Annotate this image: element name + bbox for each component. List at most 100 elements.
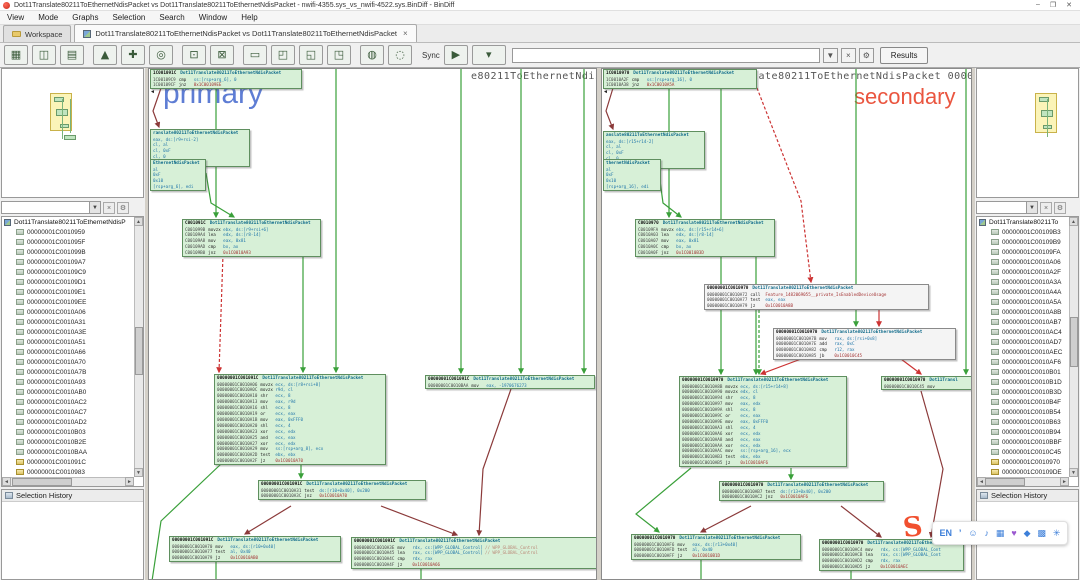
- ime-lang-toggle-icon[interactable]: EN: [939, 528, 952, 538]
- tree-item[interactable]: 00000001C0010970: [977, 457, 1078, 467]
- tree-item[interactable]: 00000001C0010A06: [2, 307, 143, 317]
- ime-skin-icon[interactable]: ♥: [1011, 528, 1016, 538]
- tree-item[interactable]: 00000001C0010B01: [977, 367, 1078, 377]
- fit-content-icon[interactable]: ▭: [243, 45, 267, 65]
- primary-graph-icon[interactable]: ◰: [271, 45, 295, 65]
- basic-block-node[interactable]: 00000001C001091CDot11Translate80211ToEth…: [169, 536, 341, 562]
- clear-filter-icon[interactable]: ×: [103, 202, 115, 214]
- tree-item[interactable]: 00000001C001095F: [2, 237, 143, 247]
- tree-item[interactable]: 00000001C0010A5A: [977, 297, 1078, 307]
- primary-graph-pane[interactable]: e80211ToEthernetNdisPacket primary ◄ ◄ 1…: [148, 68, 597, 580]
- tab-close-icon[interactable]: ×: [403, 29, 408, 38]
- basic-block-node[interactable]: 00000001C001091CDot11Translate80211ToEth…: [351, 537, 597, 569]
- tree-item[interactable]: 00000001C0010AEC: [977, 347, 1078, 357]
- menu-item-selection[interactable]: Selection: [105, 13, 152, 22]
- tree-item[interactable]: 00000001C00109B9: [977, 237, 1078, 247]
- add-match-icon[interactable]: ◍: [360, 45, 384, 65]
- orthogonal-layout-icon[interactable]: ✚: [121, 45, 145, 65]
- primary-filter-combobox[interactable]: ▼: [1, 201, 101, 214]
- tree-item[interactable]: 00000001C0010A93: [2, 377, 143, 387]
- ime-settings-icon[interactable]: ✳: [1053, 528, 1061, 539]
- filter-gear-icon[interactable]: ⚙: [1054, 202, 1066, 214]
- tree-item[interactable]: 00000001C0010AC2: [2, 397, 143, 407]
- tree-item[interactable]: 00000001C00109D1: [2, 277, 143, 287]
- basic-block-node[interactable]: 00000001C0010970Dot11Translate80211ToEth…: [773, 328, 956, 360]
- tree-item[interactable]: 00000001C0010B1D: [977, 377, 1078, 387]
- tree-item[interactable]: 00000001C0010A70: [2, 357, 143, 367]
- tab-workspace[interactable]: Workspace: [3, 25, 71, 42]
- tree-hscrollbar-secondary[interactable]: ◄ ►: [977, 477, 1069, 486]
- basic-block-node[interactable]: 00000001C0010970Dot11Translate80211ToEth…: [631, 534, 801, 560]
- tree-item[interactable]: 00000001C0010A8B: [977, 307, 1078, 317]
- search-filter-dropdown[interactable]: ▾: [472, 45, 506, 65]
- search-dropdown-icon[interactable]: ▼: [823, 48, 838, 63]
- tree-item[interactable]: 00000001C0010983: [2, 467, 143, 477]
- tab-diff[interactable]: Dot11Translate80211ToEthernetNdisPacket …: [74, 24, 416, 42]
- view-split-icon[interactable]: ◫: [32, 45, 56, 65]
- tree-item[interactable]: 00000001C001091C: [2, 457, 143, 467]
- tree-item[interactable]: 00000001C0010B94: [977, 427, 1078, 437]
- zoom-selection-icon[interactable]: ⊠: [210, 45, 234, 65]
- tree-item[interactable]: 00000001C00109EE: [2, 297, 143, 307]
- results-button[interactable]: Results: [880, 47, 929, 64]
- hierarchic-layout-icon[interactable]: ▲: [93, 45, 117, 65]
- tree-item[interactable]: 00000001C0010A4A: [977, 287, 1078, 297]
- tree-item[interactable]: 00000001C0010A3A: [977, 277, 1078, 287]
- basic-block-node[interactable]: 00000001C0010970Dot11Translate80211ToEth…: [704, 284, 929, 310]
- tree-item[interactable]: 00000001C0010B3D: [977, 387, 1078, 397]
- secondary-filter-combobox[interactable]: ▼: [976, 201, 1038, 214]
- selection-history-header[interactable]: Selection History: [977, 490, 1078, 502]
- tree-hscrollbar-primary[interactable]: ◄ ►: [2, 477, 134, 486]
- tree-item[interactable]: 00000001C00109E1: [2, 287, 143, 297]
- menu-item-view[interactable]: View: [0, 13, 31, 22]
- filter-gear-icon[interactable]: ⚙: [117, 202, 129, 214]
- sogou-logo-icon[interactable]: S: [901, 511, 924, 544]
- basic-block-node[interactable]: 00000001C0010970Dot11Transl00000001C0010…: [881, 376, 972, 390]
- basic-block-node[interactable]: C0010970Dot11Translate80211ToEthernetNdi…: [635, 219, 775, 257]
- basic-block-node[interactable]: 00000001C001091CDot11Translate80211ToEth…: [214, 374, 386, 465]
- ime-emoji-icon[interactable]: ☺: [968, 528, 977, 538]
- ime-voice-icon[interactable]: ♪: [984, 528, 989, 538]
- basic-block-node[interactable]: 00000001C0010970Dot11Translate80211ToEth…: [679, 376, 847, 467]
- tree-item[interactable]: 00000001C0010C45: [977, 447, 1078, 457]
- ime-grid-icon[interactable]: ▩: [1037, 528, 1046, 539]
- clear-search-icon[interactable]: ×: [841, 48, 856, 63]
- basic-block-node[interactable]: 1C001091CDot11Translate80211ToEthernetNd…: [150, 69, 302, 89]
- maximize-button[interactable]: ❐: [1050, 1, 1056, 9]
- tree-item[interactable]: 00000001C0010B4F: [977, 397, 1078, 407]
- delete-match-icon[interactable]: ◌: [388, 45, 412, 65]
- tree-item[interactable]: 00000001C0010A51: [2, 337, 143, 347]
- basic-block-node[interactable]: C001091CDot11Translate80211ToEthernetNdi…: [182, 219, 321, 257]
- close-button[interactable]: ✕: [1066, 1, 1072, 9]
- basic-block-node[interactable]: 00000001C001091CDot11Translate80211ToEth…: [425, 375, 595, 389]
- tree-item[interactable]: 00000001C0010AD2: [2, 417, 143, 427]
- tree-item[interactable]: 00000001C0010BBF: [977, 437, 1078, 447]
- tree-item[interactable]: 00000001C0010AC7: [2, 407, 143, 417]
- view-combined-icon[interactable]: ▦: [4, 45, 28, 65]
- tree-item[interactable]: 00000001C0010A7B: [2, 367, 143, 377]
- ime-punctuation-icon[interactable]: ’: [959, 528, 962, 538]
- tree-root-primary[interactable]: Dot11Translate80211ToEthernetNdisP: [2, 217, 143, 227]
- selection-history-header[interactable]: Selection History: [2, 490, 143, 502]
- basic-block-node[interactable]: 1C0010970Dot11Translate80211ToEthernetNd…: [603, 69, 757, 89]
- tree-item[interactable]: 00000001C001099B: [2, 247, 143, 257]
- tree-item[interactable]: 00000001C0010A31: [2, 317, 143, 327]
- menu-item-search[interactable]: Search: [152, 13, 191, 22]
- combined-graph-icon[interactable]: ◱: [299, 45, 323, 65]
- tree-vscrollbar-secondary[interactable]: ▲ ▼: [1069, 217, 1078, 477]
- tree-vscrollbar-primary[interactable]: ▲ ▼: [134, 217, 143, 477]
- ime-game-icon[interactable]: ◆: [1024, 528, 1031, 539]
- secondary-graph-pane[interactable]: late80211ToEthernetNdisPacket 00000001C0…: [601, 68, 972, 580]
- clear-filter-icon[interactable]: ×: [1040, 202, 1052, 214]
- zoom-fit-icon[interactable]: ⊡: [182, 45, 206, 65]
- tree-item[interactable]: 00000001C0010BAA: [2, 447, 143, 457]
- tree-item[interactable]: 00000001C0010AB7: [977, 317, 1078, 327]
- tree-root-secondary[interactable]: Dot11Translate80211To: [977, 217, 1078, 227]
- tree-item[interactable]: 00000001C0010A66: [2, 347, 143, 357]
- tree-item[interactable]: 00000001C0010959: [2, 227, 143, 237]
- tree-item[interactable]: 00000001C0010A3E: [2, 327, 143, 337]
- tree-item[interactable]: 00000001C0010AF6: [977, 357, 1078, 367]
- tree-item[interactable]: 00000001C0010B2E: [2, 437, 143, 447]
- view-text-icon[interactable]: ▤: [60, 45, 84, 65]
- minimize-button[interactable]: –: [1036, 1, 1040, 9]
